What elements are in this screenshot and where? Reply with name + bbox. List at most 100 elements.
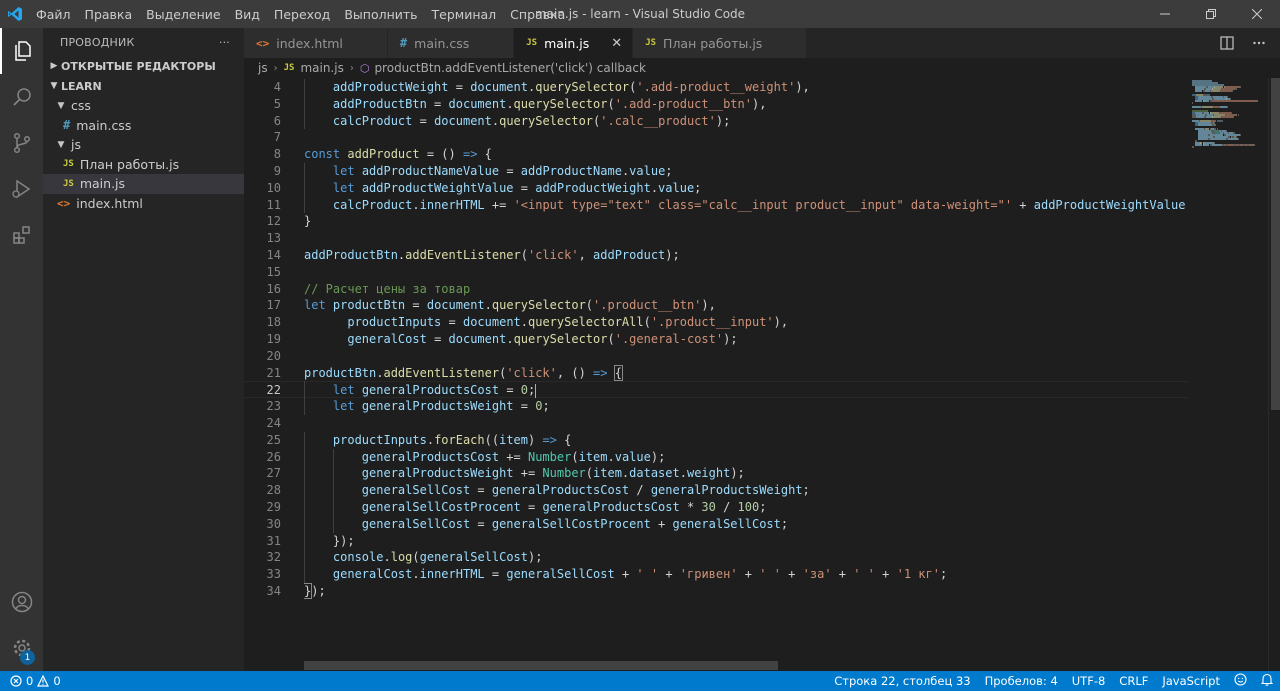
indentation[interactable]: Пробелов: 4 — [978, 674, 1065, 688]
code-token: generalSellCost — [506, 567, 615, 582]
code-line[interactable]: 17 let productBtn = document.querySelecto… — [244, 297, 1188, 314]
vertical-scrollbar-thumb[interactable] — [1271, 78, 1280, 410]
code-line[interactable]: 18 productInputs = document.querySelecto… — [244, 314, 1188, 331]
tree-folder-js[interactable]: ▼ js — [43, 135, 244, 155]
minimize-button[interactable] — [1142, 0, 1188, 28]
code-token: 100 — [737, 500, 760, 514]
line-number: 4 — [273, 80, 281, 94]
code-line[interactable]: 4 addProductWeight = document.querySelec… — [244, 79, 1188, 96]
more-actions-icon[interactable] — [1252, 36, 1266, 50]
code-line[interactable]: 23 let generalProductsWeight = 0; — [244, 398, 1188, 415]
code-line[interactable]: 16 // Расчет цены за товар — [244, 281, 1188, 298]
code-editor[interactable]: 4 addProductWeight = document.querySelec… — [244, 78, 1280, 671]
accounts-activity[interactable] — [0, 579, 43, 625]
breadcrumb-file[interactable]: main.js — [300, 61, 343, 75]
learn-folder-section[interactable]: ▼ LEARN — [43, 76, 244, 96]
split-editor-icon[interactable] — [1220, 36, 1234, 50]
language-mode[interactable]: JavaScript — [1155, 674, 1227, 688]
code-line[interactable]: 6 calcProduct = document.querySelector('… — [244, 113, 1188, 130]
breadcrumb-symbol[interactable]: productBtn.addEventListener('click') cal… — [374, 61, 645, 75]
search-activity[interactable] — [0, 74, 43, 120]
source-control-activity[interactable] — [0, 120, 43, 166]
code-line[interactable]: 24 — [244, 415, 1188, 432]
extensions-activity[interactable] — [0, 212, 43, 258]
code-line[interactable]: 13 — [244, 230, 1188, 247]
code-line[interactable]: 15 — [244, 264, 1188, 281]
menu-view[interactable]: Вид — [228, 7, 267, 22]
code-token: addProductWeight — [535, 180, 651, 195]
code-line[interactable]: 10 let addProductWeightValue = addProduc… — [244, 180, 1188, 197]
line-text: calcProduct = document.querySelector('.c… — [304, 113, 1188, 130]
code-line[interactable]: 34}); — [244, 583, 1188, 600]
menu-go[interactable]: Переход — [267, 7, 337, 22]
code-token: = — [499, 383, 521, 398]
line-number: 26 — [266, 449, 281, 464]
code-line[interactable]: 11 calcProduct.innerHTML += '<input type… — [244, 197, 1188, 214]
bracket-match: { — [613, 364, 623, 381]
run-debug-activity[interactable] — [0, 166, 43, 212]
code-line[interactable]: 19 generalCost = document.querySelector(… — [244, 331, 1188, 348]
cursor-position[interactable]: Строка 22, столбец 33 — [827, 674, 977, 688]
vertical-scrollbar[interactable] — [1268, 78, 1280, 671]
tree-file-main-js[interactable]: JS main.js — [43, 174, 244, 194]
code-token: ( — [520, 248, 528, 262]
horizontal-scrollbar-thumb[interactable] — [304, 661, 778, 670]
tree-file-plan-js[interactable]: JS План работы.js — [43, 155, 244, 175]
code-line[interactable]: 7 — [244, 129, 1188, 146]
code-line[interactable]: 26 generalProductsCost += Number(item.va… — [244, 449, 1188, 466]
chevron-down-icon: ▼ — [57, 100, 65, 111]
minimap[interactable] — [1188, 78, 1266, 671]
tree-file-index-html[interactable]: <> index.html — [43, 194, 244, 214]
tab-main-js[interactable]: JS main.js ✕ — [514, 28, 634, 58]
code-line[interactable]: 22 let generalProductsCost = 0; — [244, 381, 1188, 399]
menu-edit[interactable]: Правка — [78, 7, 140, 22]
tab-index-html[interactable]: <> index.html — [244, 28, 388, 58]
menu-file[interactable]: Файл — [30, 7, 78, 22]
code-line[interactable]: 32 console.log(generalSellCost); — [244, 549, 1188, 566]
line-ending[interactable]: CRLF — [1112, 674, 1155, 688]
indent-guide — [304, 566, 305, 583]
restore-button[interactable] — [1188, 0, 1234, 28]
tab-main-css[interactable]: # main.css — [387, 28, 515, 58]
close-tab-icon[interactable]: ✕ — [611, 36, 622, 51]
code-line[interactable]: 30 generalSellCost = generalSellCostProc… — [244, 516, 1188, 533]
code-line[interactable]: 27 generalProductsWeight += Number(item.… — [244, 465, 1188, 482]
menu-run[interactable]: Выполнить — [337, 7, 424, 22]
explorer-activity[interactable] — [0, 28, 43, 74]
code-line[interactable]: 33 generalCost.innerHTML = generalSellCo… — [244, 566, 1188, 583]
minimap-line — [1212, 100, 1258, 102]
code-token: = () — [419, 147, 463, 162]
indent-guide — [304, 398, 305, 415]
close-window-button[interactable] — [1234, 0, 1280, 28]
menu-selection[interactable]: Выделение — [139, 7, 227, 22]
code-line[interactable]: 20 — [244, 348, 1188, 365]
code-line[interactable]: 9 let addProductNameValue = addProductNa… — [244, 163, 1188, 180]
code-line[interactable]: 28 generalSellCost = generalProductsCost… — [244, 482, 1188, 499]
notifications-button[interactable] — [1254, 673, 1280, 689]
breadcrumb-folder[interactable]: js — [258, 61, 268, 75]
more-actions-icon[interactable]: ··· — [219, 36, 230, 49]
code-line[interactable]: 8 const addProduct = () => { — [244, 146, 1188, 163]
tree-folder-css[interactable]: ▼ css — [43, 96, 244, 116]
problems-indicator[interactable]: 0 0 — [0, 674, 61, 688]
tree-file-main-css[interactable]: # main.css — [43, 116, 244, 136]
feedback-button[interactable] — [1227, 673, 1254, 689]
restore-icon — [1206, 9, 1216, 19]
encoding[interactable]: UTF-8 — [1065, 674, 1113, 688]
code-line[interactable]: 14 addProductBtn.addEventListener('click'… — [244, 247, 1188, 264]
open-editors-section[interactable]: ▶ ОТКРЫТЫЕ РЕДАКТОРЫ — [43, 56, 244, 76]
menu-help[interactable]: Справка — [503, 7, 572, 22]
indent-guide — [304, 448, 305, 466]
code-line[interactable]: 5 addProductBtn = document.querySelector… — [244, 96, 1188, 113]
menu-terminal[interactable]: Терминал — [425, 7, 504, 22]
code-line[interactable]: 12} — [244, 213, 1188, 230]
tab-plan-js[interactable]: JS План работы.js — [633, 28, 808, 58]
manage-activity[interactable]: 1 — [0, 625, 43, 671]
open-editors-label: ОТКРЫТЫЕ РЕДАКТОРЫ — [61, 59, 216, 73]
code-line[interactable]: 31 }); — [244, 533, 1188, 550]
code-line[interactable]: 25 productInputs.forEach((item) => { — [244, 432, 1188, 449]
code-line[interactable]: 21 productBtn.addEventListener('click', (… — [244, 364, 1188, 382]
code-line[interactable]: 29 generalSellCostProcent = generalProdu… — [244, 499, 1188, 516]
indent-guide — [304, 532, 305, 550]
indent-guide — [332, 499, 334, 516]
